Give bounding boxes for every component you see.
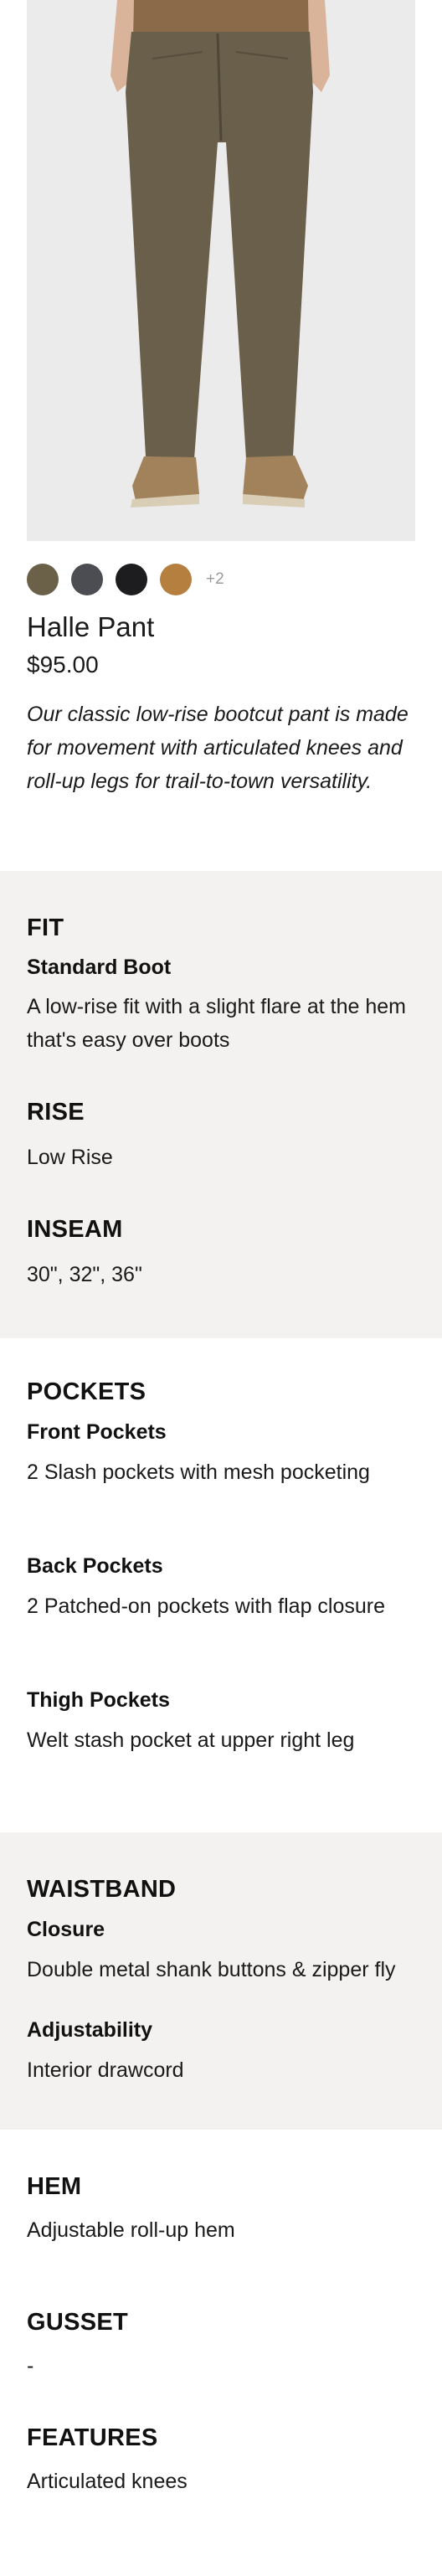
color-swatch[interactable] bbox=[116, 564, 147, 595]
hem-text: Adjustable roll-up hem bbox=[27, 2218, 235, 2242]
color-swatch[interactable] bbox=[27, 564, 59, 595]
hem-heading: HEM bbox=[27, 2173, 82, 2200]
closure-title: Closure bbox=[27, 1918, 105, 1941]
thigh-pockets-text: Welt stash pocket at upper right leg bbox=[27, 1728, 355, 1752]
inseam-text: 30", 32", 36" bbox=[27, 1263, 142, 1286]
closure-text: Double metal shank buttons & zipper fly bbox=[27, 1958, 396, 1981]
features-text: Articulated knees bbox=[27, 2470, 188, 2493]
color-swatch[interactable] bbox=[160, 564, 192, 595]
more-colors-link[interactable]: +2 bbox=[206, 570, 224, 589]
back-pockets-text: 2 Patched-on pockets with flap closure bbox=[27, 1595, 386, 1618]
product-description: Our classic low-rise bootcut pant is mad… bbox=[27, 703, 409, 793]
fit-text: A low-rise fit with a slight flare at th… bbox=[27, 995, 406, 1052]
fit-section: FIT Standard Boot A low-rise fit with a … bbox=[0, 871, 442, 1338]
fit-subheading: Standard Boot bbox=[27, 956, 172, 979]
rise-text: Low Rise bbox=[27, 1146, 113, 1169]
color-swatch[interactable] bbox=[71, 564, 103, 595]
fit-heading: FIT bbox=[27, 914, 64, 941]
gusset-heading: GUSSET bbox=[27, 2309, 129, 2336]
color-swatches: +2 bbox=[27, 564, 224, 595]
pockets-section: POCKETS Front Pockets 2 Slash pockets wi… bbox=[0, 1338, 442, 1832]
rise-heading: RISE bbox=[27, 1099, 85, 1126]
adjustability-text: Interior drawcord bbox=[27, 2058, 184, 2082]
details-section: HEM Adjustable roll-up hem GUSSET - FEAT… bbox=[0, 2130, 442, 2576]
back-pockets-title: Back Pockets bbox=[27, 1554, 163, 1578]
adjustability-title: Adjustability bbox=[27, 2018, 153, 2042]
features-heading: FEATURES bbox=[27, 2424, 158, 2451]
thigh-pockets-title: Thigh Pockets bbox=[27, 1688, 170, 1712]
waistband-section: WAISTBAND Closure Double metal shank but… bbox=[0, 1832, 442, 2130]
product-title: Halle Pant bbox=[27, 611, 155, 642]
gusset-text: - bbox=[27, 2354, 34, 2378]
pockets-heading: POCKETS bbox=[27, 1378, 146, 1405]
front-pockets-title: Front Pockets bbox=[27, 1420, 167, 1444]
product-image[interactable] bbox=[27, 0, 415, 541]
product-price: $95.00 bbox=[27, 652, 99, 677]
inseam-heading: INSEAM bbox=[27, 1216, 123, 1243]
product-photo-icon bbox=[27, 0, 415, 541]
front-pockets-text: 2 Slash pockets with mesh pocketing bbox=[27, 1461, 370, 1484]
waistband-heading: WAISTBAND bbox=[27, 1876, 177, 1903]
